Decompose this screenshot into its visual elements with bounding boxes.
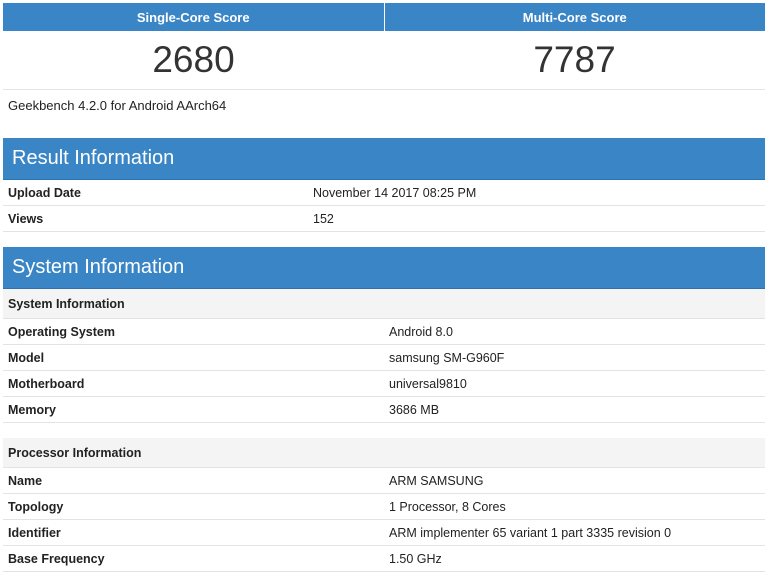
table-row: Memory 3686 MB: [3, 396, 765, 423]
benchmark-result-page: Single-Core Score Multi-Core Score 2680 …: [3, 3, 765, 572]
identifier-value: ARM implementer 65 variant 1 part 3335 r…: [384, 519, 765, 546]
geekbench-version: Geekbench 4.2.0 for Android AArch64: [8, 98, 227, 113]
system-information-header: System Information: [3, 247, 765, 289]
table-row: Motherboard universal9810: [3, 370, 765, 397]
operating-system-value: Android 8.0: [384, 318, 765, 345]
memory-label: Memory: [3, 396, 384, 423]
topology-value: 1 Processor, 8 Cores: [384, 493, 765, 520]
operating-system-label: Operating System: [3, 318, 384, 345]
result-information-table: Upload Date November 14 2017 08:25 PM Vi…: [3, 180, 765, 232]
table-row: Name ARM SAMSUNG: [3, 467, 765, 494]
processor-subsection-header: Processor Information: [3, 438, 765, 468]
table-row: Views 152: [3, 205, 765, 232]
table-row: Upload Date November 14 2017 08:25 PM: [3, 180, 765, 206]
views-value: 152: [308, 205, 765, 232]
table-row: Identifier ARM implementer 65 variant 1 …: [3, 519, 765, 546]
table-row: Model samsung SM-G960F: [3, 344, 765, 371]
table-row: Topology 1 Processor, 8 Cores: [3, 493, 765, 520]
multi-core-score-label: Multi-Core Score: [384, 3, 765, 31]
motherboard-value: universal9810: [384, 370, 765, 397]
identifier-label: Identifier: [3, 519, 384, 546]
table-row: Operating System Android 8.0: [3, 318, 765, 345]
system-information-table: System Information Operating System Andr…: [3, 289, 765, 423]
upload-date-value: November 14 2017 08:25 PM: [308, 180, 765, 206]
model-label: Model: [3, 344, 384, 371]
result-information-header: Result Information: [3, 138, 765, 180]
system-subsection-header: System Information: [3, 289, 765, 319]
processor-subsection-title: Processor Information: [3, 438, 765, 468]
base-frequency-label: Base Frequency: [3, 545, 384, 572]
score-summary: Single-Core Score Multi-Core Score 2680 …: [3, 3, 765, 90]
upload-date-label: Upload Date: [3, 180, 308, 206]
processor-name-value: ARM SAMSUNG: [384, 467, 765, 494]
single-core-score-label: Single-Core Score: [3, 3, 385, 31]
motherboard-label: Motherboard: [3, 370, 384, 397]
memory-value: 3686 MB: [384, 396, 765, 423]
multi-core-score-value: 7787: [384, 31, 765, 90]
system-subsection-title: System Information: [3, 289, 765, 319]
single-core-score-value: 2680: [3, 31, 384, 90]
table-row: Base Frequency 1.50 GHz: [3, 545, 765, 572]
processor-name-label: Name: [3, 467, 384, 494]
topology-label: Topology: [3, 493, 384, 520]
base-frequency-value: 1.50 GHz: [384, 545, 765, 572]
views-label: Views: [3, 205, 308, 232]
model-value: samsung SM-G960F: [384, 344, 765, 371]
processor-information-table: Processor Information Name ARM SAMSUNG T…: [3, 438, 765, 572]
